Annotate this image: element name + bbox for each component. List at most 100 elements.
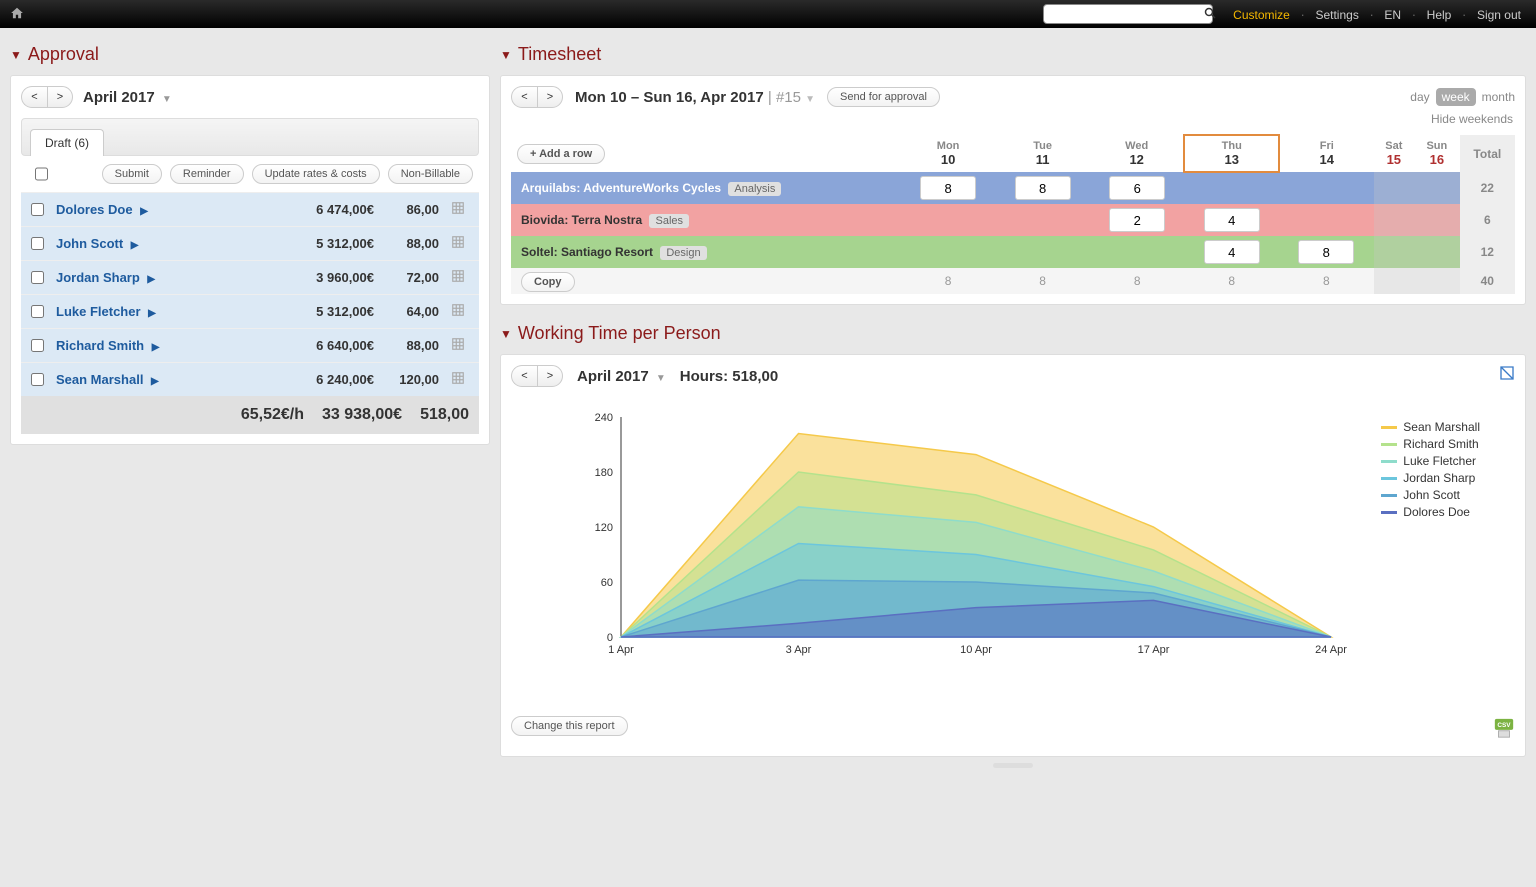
collapse-icon[interactable]: ▼ bbox=[500, 48, 512, 62]
view-day[interactable]: day bbox=[1410, 90, 1429, 104]
tab-draft[interactable]: Draft (6) bbox=[30, 129, 104, 156]
settings-link[interactable]: Settings bbox=[1315, 8, 1358, 22]
dropdown-icon[interactable]: ▼ bbox=[656, 373, 666, 384]
update-rates-button[interactable]: Update rates & costs bbox=[252, 164, 380, 184]
person-name[interactable]: Jordan Sharp ▶ bbox=[56, 270, 279, 285]
approval-row[interactable]: Jordan Sharp ▶ 3 960,00€ 72,00 bbox=[21, 260, 479, 294]
view-week[interactable]: week bbox=[1436, 88, 1476, 106]
change-report-button[interactable]: Change this report bbox=[511, 716, 628, 736]
hours-cell-empty[interactable] bbox=[995, 236, 1090, 268]
approval-row[interactable]: Dolores Doe ▶ 6 474,00€ 86,00 bbox=[21, 192, 479, 226]
legend-item[interactable]: John Scott bbox=[1381, 488, 1480, 502]
prev-week-button[interactable]: < bbox=[511, 86, 537, 108]
nonbillable-button[interactable]: Non-Billable bbox=[388, 164, 473, 184]
hours-cell-empty[interactable] bbox=[1414, 236, 1460, 268]
hours-input[interactable] bbox=[1298, 240, 1354, 264]
prev-month-button[interactable]: < bbox=[21, 86, 47, 108]
hours-cell-empty[interactable] bbox=[1184, 172, 1279, 204]
approval-period[interactable]: April 2017 ▼ bbox=[83, 89, 172, 106]
hours-cell-empty[interactable] bbox=[1279, 172, 1374, 204]
hours-input[interactable] bbox=[1015, 176, 1071, 200]
grid-icon[interactable] bbox=[447, 303, 469, 320]
home-icon[interactable] bbox=[10, 6, 24, 23]
hours-input[interactable] bbox=[1109, 176, 1165, 200]
hours-input[interactable] bbox=[1109, 208, 1165, 232]
search-input[interactable] bbox=[1049, 7, 1204, 21]
grid-icon[interactable] bbox=[447, 201, 469, 218]
copy-button[interactable]: Copy bbox=[521, 272, 575, 292]
row-checkbox[interactable] bbox=[31, 373, 44, 386]
hours-input[interactable] bbox=[1204, 208, 1260, 232]
person-name[interactable]: John Scott ▶ bbox=[56, 236, 279, 251]
row-checkbox[interactable] bbox=[31, 339, 44, 352]
person-name[interactable]: Richard Smith ▶ bbox=[56, 338, 279, 353]
signout-link[interactable]: Sign out bbox=[1477, 8, 1521, 22]
timesheet-title[interactable]: ▼Timesheet bbox=[500, 44, 1526, 65]
resize-handle[interactable] bbox=[993, 763, 1033, 768]
grid-icon[interactable] bbox=[447, 337, 469, 354]
next-month-button[interactable]: > bbox=[47, 86, 73, 108]
hours-input[interactable] bbox=[920, 176, 976, 200]
row-checkbox[interactable] bbox=[31, 305, 44, 318]
add-row-button[interactable]: + Add a row bbox=[517, 144, 605, 164]
hours-cell-empty[interactable] bbox=[1279, 204, 1374, 236]
hours-cell-empty[interactable] bbox=[1090, 236, 1185, 268]
person-name[interactable]: Dolores Doe ▶ bbox=[56, 202, 279, 217]
csv-export-icon[interactable]: CSV bbox=[1493, 717, 1515, 742]
expand-icon[interactable]: ▶ bbox=[147, 274, 155, 285]
expand-icon[interactable]: ▶ bbox=[131, 240, 139, 251]
row-checkbox[interactable] bbox=[31, 203, 44, 216]
row-checkbox[interactable] bbox=[31, 237, 44, 250]
timesheet-range[interactable]: Mon 10 – Sun 16, Apr 2017 | #15 ▼ bbox=[575, 89, 815, 106]
hours-cell-empty[interactable] bbox=[995, 204, 1090, 236]
reminder-button[interactable]: Reminder bbox=[170, 164, 244, 184]
view-month[interactable]: month bbox=[1482, 90, 1515, 104]
approval-row[interactable]: Luke Fletcher ▶ 5 312,00€ 64,00 bbox=[21, 294, 479, 328]
expand-icon[interactable]: ▶ bbox=[151, 376, 159, 387]
dropdown-icon[interactable]: ▼ bbox=[162, 94, 172, 105]
expand-icon[interactable]: ▶ bbox=[140, 206, 148, 217]
legend-item[interactable]: Dolores Doe bbox=[1381, 505, 1480, 519]
working-period[interactable]: April 2017 ▼ bbox=[577, 368, 666, 385]
help-link[interactable]: Help bbox=[1427, 8, 1452, 22]
hours-input[interactable] bbox=[1204, 240, 1260, 264]
hours-cell-empty[interactable] bbox=[901, 236, 996, 268]
project-label[interactable]: Biovida: Terra Nostra Sales bbox=[511, 204, 901, 236]
legend-item[interactable]: Luke Fletcher bbox=[1381, 454, 1480, 468]
hours-cell-empty[interactable] bbox=[1374, 204, 1414, 236]
export-icon[interactable] bbox=[1499, 365, 1515, 384]
approval-row[interactable]: John Scott ▶ 5 312,00€ 88,00 bbox=[21, 226, 479, 260]
next-period-button[interactable]: > bbox=[537, 365, 563, 387]
hours-cell-empty[interactable] bbox=[1374, 236, 1414, 268]
grid-icon[interactable] bbox=[447, 269, 469, 286]
legend-item[interactable]: Sean Marshall bbox=[1381, 420, 1480, 434]
working-title[interactable]: ▼Working Time per Person bbox=[500, 323, 1526, 344]
submit-button[interactable]: Submit bbox=[102, 164, 162, 184]
hours-cell-empty[interactable] bbox=[1414, 204, 1460, 236]
project-label[interactable]: Arquilabs: AdventureWorks Cycles Analysi… bbox=[511, 172, 901, 204]
expand-icon[interactable]: ▶ bbox=[152, 342, 160, 353]
person-name[interactable]: Luke Fletcher ▶ bbox=[56, 304, 279, 319]
collapse-icon[interactable]: ▼ bbox=[500, 327, 512, 341]
hours-cell-empty[interactable] bbox=[1414, 172, 1460, 204]
next-week-button[interactable]: > bbox=[537, 86, 563, 108]
approval-title[interactable]: ▼Approval bbox=[10, 44, 490, 65]
prev-period-button[interactable]: < bbox=[511, 365, 537, 387]
lang-link[interactable]: EN bbox=[1384, 8, 1401, 22]
hide-weekends-link[interactable]: Hide weekends bbox=[511, 108, 1515, 134]
send-approval-button[interactable]: Send for approval bbox=[827, 87, 940, 107]
select-all-checkbox[interactable] bbox=[35, 164, 48, 184]
search-box[interactable] bbox=[1043, 4, 1213, 24]
row-checkbox[interactable] bbox=[31, 271, 44, 284]
hours-cell-empty[interactable] bbox=[1374, 172, 1414, 204]
search-icon[interactable] bbox=[1204, 7, 1216, 22]
expand-icon[interactable]: ▶ bbox=[148, 308, 156, 319]
hours-cell-empty[interactable] bbox=[901, 204, 996, 236]
approval-row[interactable]: Richard Smith ▶ 6 640,00€ 88,00 bbox=[21, 328, 479, 362]
legend-item[interactable]: Jordan Sharp bbox=[1381, 471, 1480, 485]
approval-row[interactable]: Sean Marshall ▶ 6 240,00€ 120,00 bbox=[21, 362, 479, 396]
person-name[interactable]: Sean Marshall ▶ bbox=[56, 372, 279, 387]
project-label[interactable]: Soltel: Santiago Resort Design bbox=[511, 236, 901, 268]
grid-icon[interactable] bbox=[447, 235, 469, 252]
legend-item[interactable]: Richard Smith bbox=[1381, 437, 1480, 451]
